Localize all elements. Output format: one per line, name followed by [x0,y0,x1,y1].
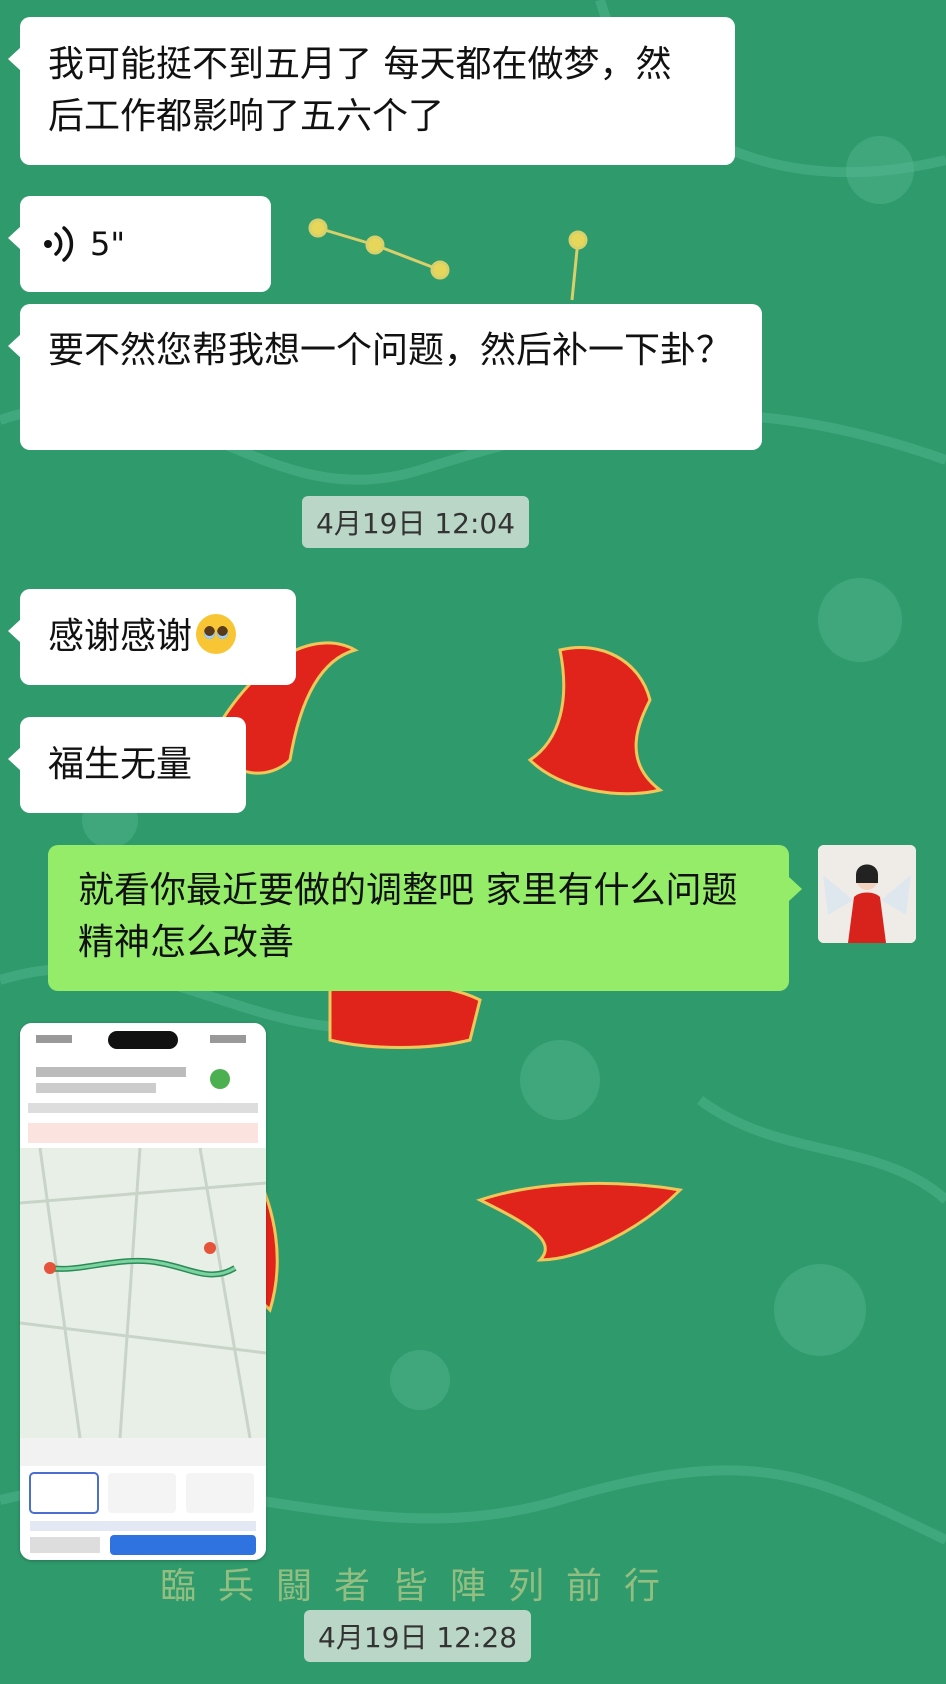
voice-message-bubble[interactable]: 5" [8,196,271,292]
message-text: 就看你最近要做的调整吧 家里有什么问题 精神怎么改善 [78,870,738,963]
timestamp-2: 4月19日 12:28 [304,1610,532,1662]
my-avatar[interactable] [818,845,916,943]
avatar-portrait-icon [818,845,916,943]
timestamp-text: 4月19日 12:28 [318,1621,518,1654]
sent-message-bubble[interactable]: 就看你最近要做的调整吧 家里有什么问题 精神怎么改善 [48,845,802,991]
timestamp-1: 4月19日 12:04 [302,496,530,548]
map-screenshot-icon [20,1023,266,1560]
wallpaper-caption: 臨兵闘者皆陣列前行 [160,1557,682,1609]
message-bubble-blessing[interactable]: 福生无量 [8,717,246,813]
message-text: 要不然您帮我想一个问题，然后补一下卦？ [48,330,733,371]
message-text: 福生无量 [48,744,193,785]
message-bubble-3[interactable]: 要不然您帮我想一个问题，然后补一下卦？ [8,304,762,450]
message-bubble-1[interactable]: 我可能挺不到五月了 每天都在做梦，然后工作都影响了五六个了 [8,17,735,165]
message-text: 我可能挺不到五月了 每天都在做梦，然后工作都影响了五六个了 [48,44,672,137]
wallpaper-caption-text: 臨兵闘者皆陣列前行 [160,1566,683,1607]
message-bubble-thanks[interactable]: 感谢感谢 [8,589,296,685]
message-text: 感谢感谢 [48,616,193,657]
voice-wave-icon [44,226,74,262]
timestamp-text: 4月19日 12:04 [316,507,516,540]
pleading-face-icon [196,614,237,654]
map-screenshot-image[interactable] [20,1023,266,1560]
voice-duration: 5" [90,225,126,263]
